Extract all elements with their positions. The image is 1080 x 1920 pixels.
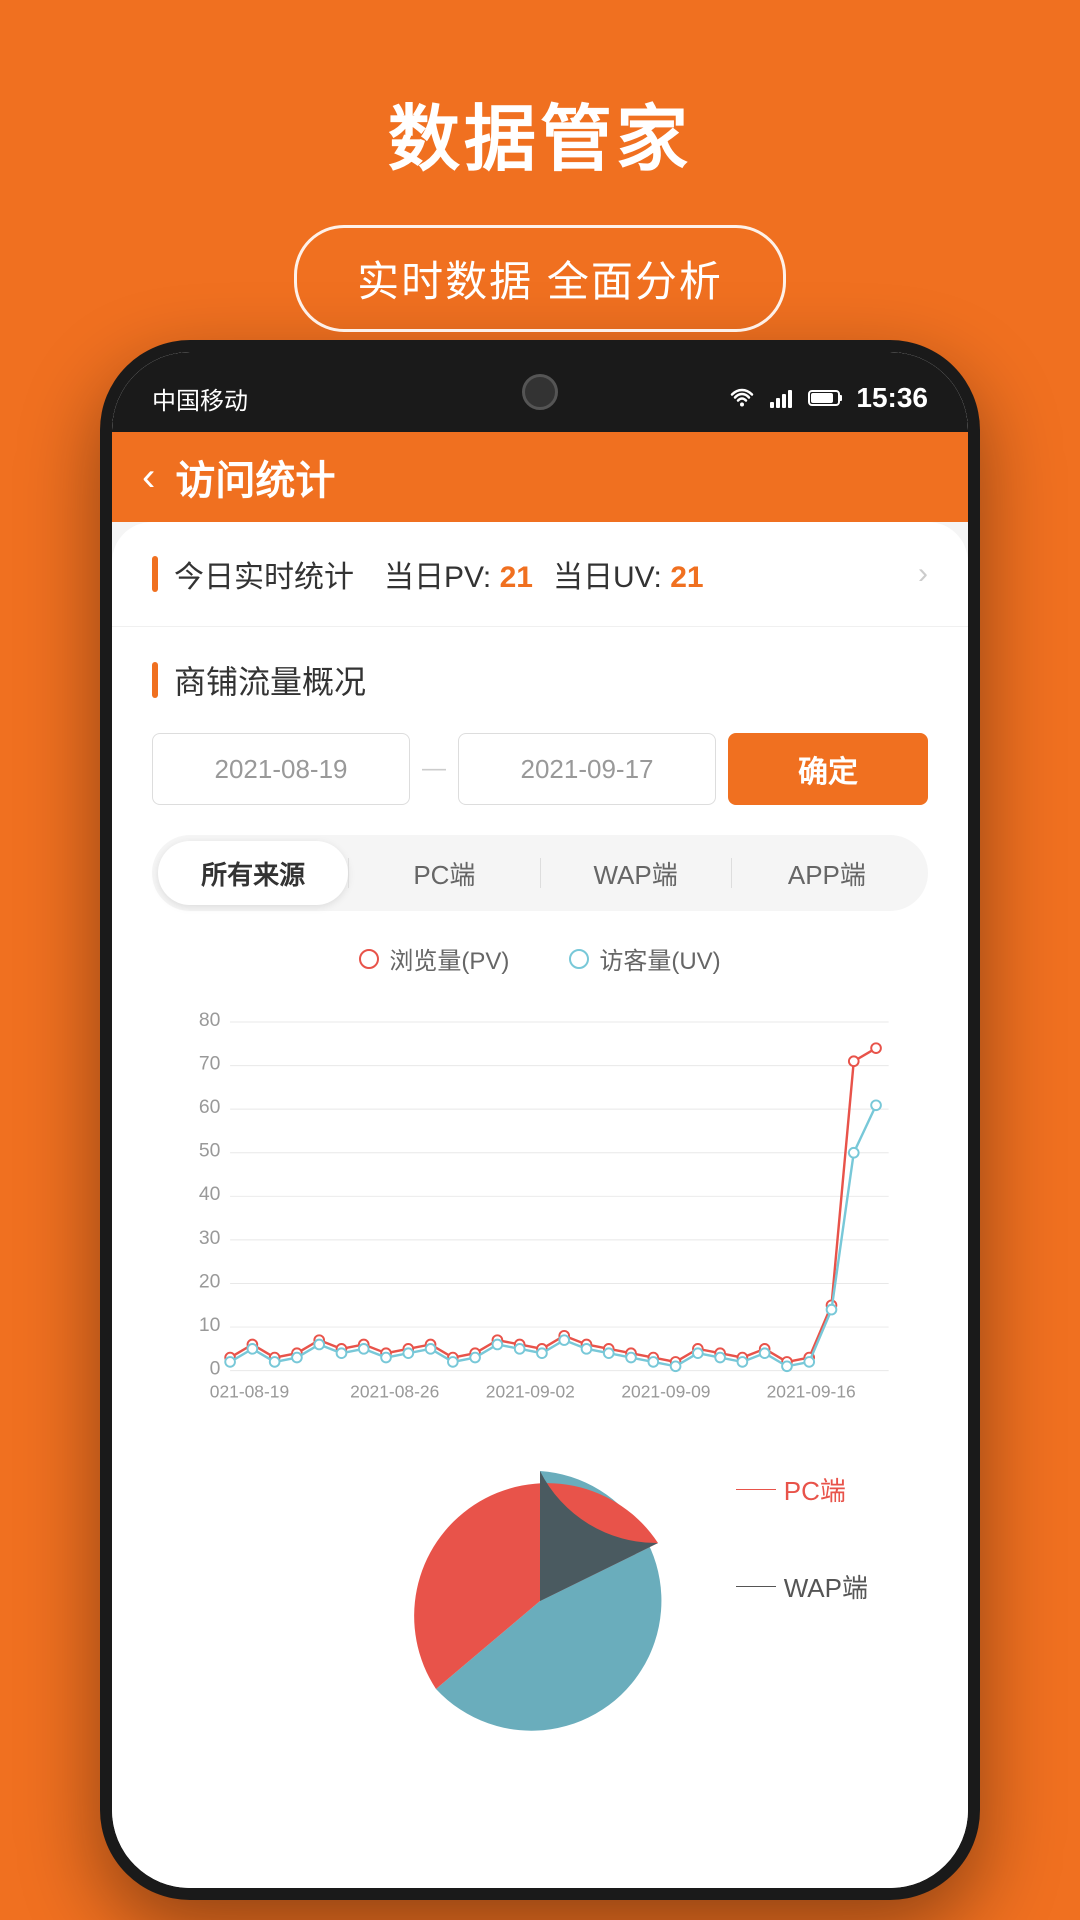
svg-text:50: 50 (199, 1140, 221, 1162)
phone-mockup: 中国移动 (100, 340, 980, 1900)
date-range-row: 2021-08-19 — 2021-09-17 确定 (152, 733, 928, 805)
legend-pv-icon (359, 949, 379, 969)
svg-text:2021-09-16: 2021-09-16 (767, 1382, 856, 1402)
back-icon[interactable]: ‹ (142, 455, 155, 500)
signal-icon (768, 386, 796, 410)
today-label: 今日实时统计 (174, 552, 354, 596)
svg-text:0: 0 (210, 1358, 221, 1380)
status-icons: 15:36 (728, 382, 928, 414)
source-tabs: 所有来源 PC端 WAP端 APP端 (152, 835, 928, 911)
svg-text:70: 70 (199, 1052, 221, 1074)
svg-text:021-08-19: 021-08-19 (210, 1382, 289, 1402)
top-header: 数据管家 实时数据 全面分析 (0, 0, 1080, 332)
uv-stat: 当日UV: 21 (553, 552, 704, 596)
traffic-section: 商铺流量概况 2021-08-19 — 2021-09-17 确定 所有来源 P… (112, 627, 968, 1781)
legend-uv-icon (569, 949, 589, 969)
svg-text:2021-09-09: 2021-09-09 (621, 1382, 710, 1402)
svg-text:80: 80 (199, 1009, 221, 1031)
traffic-title: 商铺流量概况 (174, 657, 366, 703)
chart-area: 80 70 60 50 40 30 20 10 0 021-08-19 2021… (152, 996, 928, 1421)
section-bar (152, 556, 158, 592)
today-stats-row: 今日实时统计 当日PV: 21 当日UV: 21 › (112, 522, 968, 627)
svg-text:40: 40 (199, 1183, 221, 1205)
svg-text:60: 60 (199, 1096, 221, 1118)
status-bar: 中国移动 (132, 364, 948, 432)
section-bar-2 (152, 662, 158, 698)
pie-labels: PC端 WAP端 (736, 1471, 868, 1605)
pc-label: PC端 (736, 1471, 868, 1508)
status-time: 15:36 (856, 382, 928, 414)
date-end-input[interactable]: 2021-09-17 (458, 733, 716, 805)
subtitle-badge: 实时数据 全面分析 (294, 225, 786, 332)
battery-icon (808, 386, 844, 410)
pv-label: 当日PV: (384, 561, 491, 594)
chart-legend: 浏览量(PV) 访客量(UV) (152, 941, 928, 976)
arrow-icon[interactable]: › (918, 557, 928, 591)
uv-value: 21 (670, 561, 703, 594)
legend-pv-label: 浏览量(PV) (389, 941, 509, 976)
wifi-icon (728, 386, 756, 410)
legend-uv: 访客量(UV) (569, 941, 720, 976)
phone-outer: 中国移动 (100, 340, 980, 1900)
tab-app[interactable]: APP端 (732, 841, 922, 905)
section-title-row: 商铺流量概况 (152, 657, 928, 703)
svg-text:10: 10 (199, 1314, 221, 1336)
content-area: 今日实时统计 当日PV: 21 当日UV: 21 › 商铺流量概况 (112, 522, 968, 1888)
svg-text:2021-09-02: 2021-09-02 (486, 1382, 575, 1402)
pv-value: 21 (500, 561, 533, 594)
date-separator: — (422, 755, 446, 783)
carrier-label: 中国移动 (152, 381, 248, 416)
svg-text:20: 20 (199, 1270, 221, 1292)
wap-label: WAP端 (736, 1568, 868, 1605)
pie-section: PC端 WAP端 (152, 1421, 928, 1761)
tab-pc[interactable]: PC端 (349, 841, 539, 905)
svg-text:2021-08-26: 2021-08-26 (350, 1382, 439, 1402)
line-chart: 80 70 60 50 40 30 20 10 0 021-08-19 2021… (172, 996, 908, 1416)
tab-all[interactable]: 所有来源 (158, 841, 348, 905)
confirm-button[interactable]: 确定 (728, 733, 928, 805)
pv-stat: 当日PV: 21 (384, 552, 533, 596)
date-start-input[interactable]: 2021-08-19 (152, 733, 410, 805)
tab-wap[interactable]: WAP端 (541, 841, 731, 905)
uv-label: 当日UV: (553, 561, 662, 594)
app-title: 数据管家 (0, 80, 1080, 185)
pie-container: PC端 WAP端 (192, 1441, 888, 1761)
page-title: 访问统计 (175, 448, 335, 506)
phone-screen: 中国移动 (112, 352, 968, 1888)
svg-text:30: 30 (199, 1227, 221, 1249)
pie-chart (360, 1451, 720, 1751)
legend-uv-label: 访客量(UV) (599, 941, 720, 976)
app-header: ‹ 访问统计 (112, 432, 968, 522)
legend-pv: 浏览量(PV) (359, 941, 509, 976)
